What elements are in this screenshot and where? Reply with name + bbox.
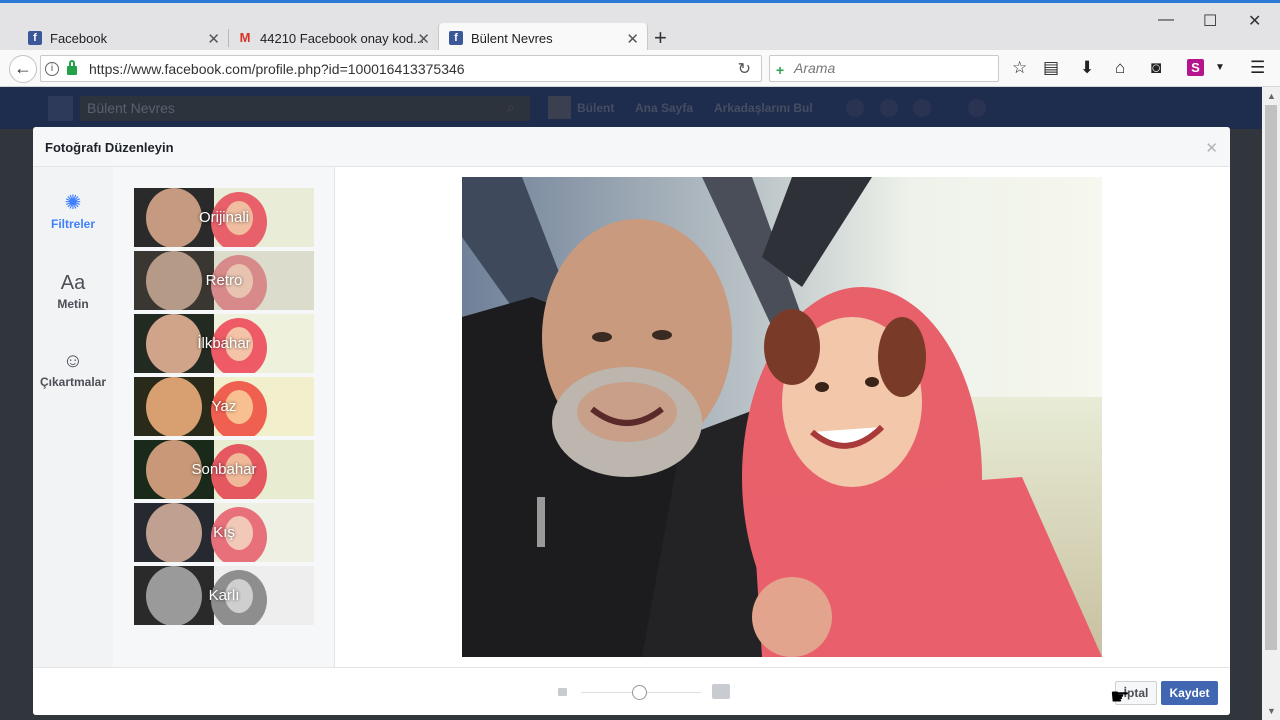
new-tab-icon[interactable]: + xyxy=(654,25,667,51)
help-icon xyxy=(968,99,986,117)
filter-original[interactable]: Orijinali xyxy=(134,188,314,247)
zoom-in-icon[interactable] xyxy=(712,684,730,699)
reload-icon[interactable]: ↻ xyxy=(738,59,751,79)
close-tab-icon[interactable]: ✕ xyxy=(207,30,220,48)
download-icon[interactable]: ⬇ xyxy=(1080,58,1094,78)
tool-label: Filtreler xyxy=(50,217,95,231)
tab-title: Facebook xyxy=(50,30,108,46)
filter-winter[interactable]: Kış xyxy=(134,503,314,562)
smiley-icon: ☺ xyxy=(62,350,84,372)
zoom-slider-handle[interactable] xyxy=(632,685,647,700)
nav-find-friends: Arkadaşlarını Bul xyxy=(714,101,813,115)
search-engine-icon: + xyxy=(776,62,785,78)
facebook-icon: f xyxy=(28,31,42,45)
dialog-body: ✺ Filtreler Aa Metin ☺ Çıkartmalar Oriji… xyxy=(33,167,1230,667)
search-icon: ⌕ xyxy=(507,99,515,115)
filter-label: Sonbahar xyxy=(191,461,257,478)
tool-stickers[interactable]: ☺ Çıkartmalar xyxy=(33,349,113,389)
dialog-footer: İptal Kaydet xyxy=(33,667,1230,715)
addon-badge[interactable]: S xyxy=(1187,59,1204,76)
pocket-icon[interactable]: ◙ xyxy=(1151,58,1161,78)
minimize-icon[interactable]: — xyxy=(1158,11,1174,29)
facebook-logo-icon xyxy=(48,96,73,121)
facebook-search-input: Bülent Nevres ⌕ xyxy=(80,96,530,121)
facebook-icon: f xyxy=(449,31,463,45)
url-text[interactable]: https://www.facebook.com/profile.php?id=… xyxy=(89,61,465,77)
dialog-header: Fotoğrafı Düzenleyin ✕ xyxy=(33,127,1230,167)
tab-title: Bülent Nevres xyxy=(471,30,553,46)
browser-tab-bar: f Facebook ✕ M 44210 Facebook onay kod..… xyxy=(0,0,1280,53)
photo-preview xyxy=(462,177,1102,657)
close-icon[interactable]: ✕ xyxy=(1205,139,1218,157)
hand-cursor-icon: ☛ xyxy=(1110,684,1130,709)
filter-label: Karlı xyxy=(208,587,240,604)
facebook-header: Bülent Nevres ⌕ Bülent Ana Sayfa Arkadaş… xyxy=(0,87,1262,129)
filter-autumn[interactable]: Sonbahar xyxy=(134,440,314,499)
tool-label: Çıkartmalar xyxy=(39,375,107,389)
url-bar[interactable]: i https://www.facebook.com/profile.php?i… xyxy=(40,55,762,82)
close-tab-icon[interactable]: ✕ xyxy=(626,30,639,48)
edit-photo-dialog: Fotoğrafı Düzenleyin ✕ ✺ Filtreler Aa Me… xyxy=(33,127,1230,715)
avatar xyxy=(548,96,571,119)
filter-retro[interactable]: Retro xyxy=(134,251,314,310)
filter-summer[interactable]: Yaz xyxy=(134,377,314,436)
photo-preview-area xyxy=(335,167,1230,667)
nav-home: Ana Sayfa xyxy=(635,101,694,115)
page-scrollbar[interactable]: ▲ ▼ xyxy=(1262,87,1280,720)
text-icon: Aa xyxy=(60,272,86,294)
facebook-search-value: Bülent Nevres xyxy=(87,100,175,116)
chevron-down-icon[interactable]: ▼ xyxy=(1215,62,1225,73)
search-input[interactable]: + Arama xyxy=(769,55,999,82)
gmail-icon: M xyxy=(239,30,251,45)
tool-text[interactable]: Aa Metin xyxy=(33,271,113,311)
reading-list-icon[interactable]: ▤ xyxy=(1043,58,1059,78)
filter-label: İlkbahar xyxy=(197,335,251,352)
close-tab-icon[interactable]: ✕ xyxy=(417,30,430,48)
dialog-title: Fotoğrafı Düzenleyin xyxy=(45,140,174,155)
bookmark-star-icon[interactable]: ☆ xyxy=(1012,58,1027,78)
messages-icon xyxy=(880,99,898,117)
filter-list: Orijinali Retro İlkbahar Yaz Sonbahar Kı… xyxy=(113,167,335,667)
menu-icon[interactable]: ☰ xyxy=(1250,58,1265,78)
filter-label: Yaz xyxy=(211,398,237,415)
filter-snowy[interactable]: Karlı xyxy=(134,566,314,625)
save-button[interactable]: Kaydet xyxy=(1161,681,1218,705)
nav-profile: Bülent xyxy=(577,101,615,115)
info-icon[interactable]: i xyxy=(45,61,59,76)
notifications-icon xyxy=(913,99,931,117)
maximize-icon[interactable]: ☐ xyxy=(1203,11,1217,31)
scrollbar-thumb[interactable] xyxy=(1265,105,1277,650)
tool-sidebar: ✺ Filtreler Aa Metin ☺ Çıkartmalar xyxy=(33,167,113,667)
window-close-icon[interactable]: ✕ xyxy=(1248,11,1261,31)
friend-requests-icon xyxy=(846,99,864,117)
tab-facebook[interactable]: f Facebook ✕ xyxy=(18,23,228,53)
search-placeholder: Arama xyxy=(794,60,836,76)
filter-label: Kış xyxy=(213,524,235,541)
tab-gmail[interactable]: M 44210 Facebook onay kod... ✕ xyxy=(228,23,438,53)
filter-spring[interactable]: İlkbahar xyxy=(134,314,314,373)
tool-filters[interactable]: ✺ Filtreler xyxy=(33,191,113,231)
filter-label: Retro xyxy=(205,272,243,289)
aperture-icon: ✺ xyxy=(64,192,82,214)
scroll-down-icon[interactable]: ▼ xyxy=(1267,706,1276,716)
tab-title: 44210 Facebook onay kod... xyxy=(260,30,425,46)
zoom-out-icon[interactable] xyxy=(558,688,567,696)
tool-label: Metin xyxy=(57,297,89,311)
tab-profile[interactable]: f Bülent Nevres ✕ xyxy=(438,23,648,53)
lock-icon xyxy=(67,60,77,75)
filter-label: Orijinali xyxy=(198,209,249,226)
home-icon[interactable]: ⌂ xyxy=(1115,58,1125,78)
back-arrow-icon[interactable]: ← xyxy=(9,55,37,83)
scroll-up-icon[interactable]: ▲ xyxy=(1267,91,1276,101)
browser-nav-bar: ← i https://www.facebook.com/profile.php… xyxy=(0,50,1280,87)
